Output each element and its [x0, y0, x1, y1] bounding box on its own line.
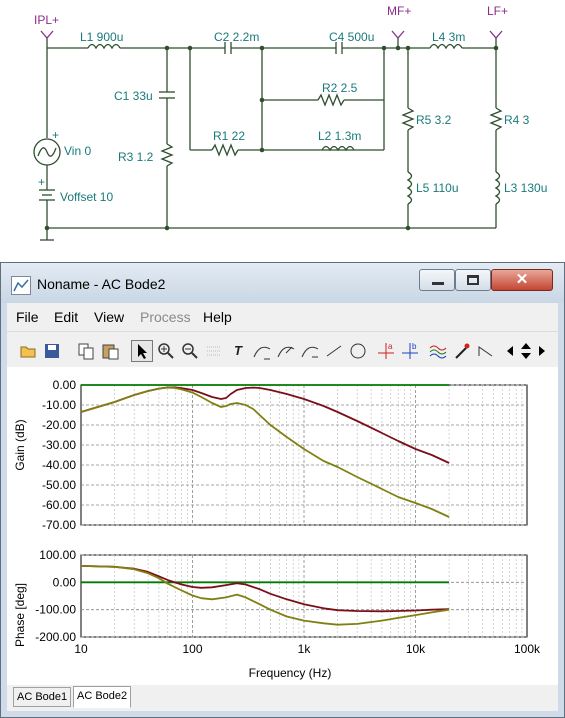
gain-y-tick-label: -50.00 [42, 478, 76, 492]
label-r2: R2 2.5 [322, 81, 358, 95]
line-icon[interactable] [323, 340, 345, 362]
close-icon: ✕ [515, 271, 529, 288]
x-tick-label: 1k [298, 642, 312, 656]
circle-icon[interactable] [347, 340, 369, 362]
label-r5: R5 3.2 [416, 113, 452, 127]
label-r3: R3 1.2 [118, 150, 154, 164]
node-label-lf: LF+ [487, 4, 508, 18]
label-c1: C1 33u [114, 89, 153, 103]
bode-chart[interactable]: 0.00 -10.00 -20.00 -30.00 -40.00 -50.00 -60.00… [7, 367, 558, 685]
gain-y-tick-label: -30.00 [42, 438, 76, 452]
curve-c-icon[interactable] [299, 340, 321, 362]
menu-view[interactable]: View [94, 309, 124, 325]
vin-polarity: + [52, 128, 59, 142]
gain-y-tick-label: -10.00 [42, 398, 76, 412]
x-tick-label: 100 [182, 642, 202, 656]
gain-y-tick-label: -70.00 [42, 518, 76, 532]
frequency-axis-label: Frequency (Hz) [249, 666, 332, 680]
bode-window: Noname - AC Bode2 ✕ File Edit View Proce… [0, 262, 565, 718]
arrow-updown-icon[interactable] [517, 340, 535, 362]
label-c4: C4 500u [329, 30, 374, 44]
phase-y-tick-label: -100.00 [35, 603, 76, 617]
step-icon[interactable] [475, 340, 497, 362]
plot-area[interactable]: 0.00 -10.00 -20.00 -30.00 -40.00 -50.00 -60.00… [7, 367, 558, 685]
gain-y-tick-label: 0.00 [53, 378, 77, 392]
circuit-schematic: IPL+ MF+ LF+ L1 900u C2 2.2m C4 500u L4 … [33, 4, 547, 241]
gain-y-tick-label: -60.00 [42, 498, 76, 512]
menu-process[interactable]: Process [140, 309, 191, 325]
label-l4: L4 3m [432, 30, 465, 44]
zoom-in-icon[interactable] [155, 340, 177, 362]
x-tick-label: 10 [74, 642, 88, 656]
copy-icon[interactable] [75, 340, 97, 362]
arrow-right-icon[interactable] [535, 340, 549, 362]
window-title: Noname - AC Bode2 [37, 276, 166, 292]
text-icon[interactable]: T [227, 340, 249, 362]
zoom-out-icon[interactable] [179, 340, 201, 362]
label-vin: Vin 0 [64, 144, 91, 158]
label-r4: R4 3 [504, 113, 530, 127]
phase-axis-label: Phase [deg] [13, 583, 27, 647]
maximize-button[interactable] [455, 269, 491, 291]
gain-axis-label: Gain (dB) [13, 419, 27, 470]
cursor-b-icon[interactable]: b [399, 340, 421, 362]
minimize-button[interactable] [419, 269, 455, 291]
minimize-icon [432, 282, 444, 285]
x-tick-label: 10k [406, 642, 426, 656]
gain-y-tick-label: -40.00 [42, 458, 76, 472]
probe-icon[interactable] [451, 340, 473, 362]
gain-plot[interactable]: 0.00 -10.00 -20.00 -30.00 -40.00 -50.00 -60.00… [42, 378, 528, 532]
grid-icon[interactable] [203, 340, 225, 362]
title-bar[interactable]: Noname - AC Bode2 ✕ [1, 263, 564, 303]
x-tick-label: 100k [514, 642, 541, 656]
menu-edit[interactable]: Edit [54, 309, 78, 325]
node-label-ipl: IPL+ [34, 13, 59, 27]
label-voffset: Voffset 10 [60, 190, 113, 204]
cursor-a-label: a [388, 342, 393, 351]
tab-bar: AC Bode1 AC Bode2 [7, 685, 558, 711]
node-label-mf: MF+ [387, 4, 411, 18]
tab-ac-bode1[interactable]: AC Bode1 [13, 687, 72, 707]
label-l5: L5 110u [416, 181, 459, 195]
menu-help[interactable]: Help [203, 309, 232, 325]
paste-icon[interactable] [99, 340, 121, 362]
open-folder-icon[interactable] [17, 340, 39, 362]
label-r1: R1 22 [213, 129, 245, 143]
save-icon[interactable] [41, 340, 63, 362]
tab-ac-bode2[interactable]: AC Bode2 [73, 686, 132, 708]
gain-y-tick-label: -20.00 [42, 418, 76, 432]
cursor-b-label: b [412, 342, 417, 351]
close-button[interactable]: ✕ [491, 269, 553, 291]
label-c2: C2 2.2m [214, 30, 259, 44]
menu-bar: File Edit View Process Help [7, 303, 558, 331]
phase-y-tick-label: -200.00 [35, 630, 76, 644]
label-l2: L2 1.3m [318, 129, 361, 143]
waves-icon[interactable] [427, 340, 449, 362]
phase-y-tick-label: 0.00 [53, 575, 77, 589]
label-l1: L1 900u [80, 30, 123, 44]
phase-plot[interactable]: 100.00 0.00 -100.00 -200.0010 100 1k 10k 100k [35, 548, 541, 656]
app-icon [11, 276, 31, 295]
voffset-polarity: + [38, 175, 45, 189]
curve-a-icon[interactable] [251, 340, 273, 362]
curve-b-icon[interactable] [275, 340, 297, 362]
menu-file[interactable]: File [16, 309, 39, 325]
cursor-a-icon[interactable]: a [375, 340, 397, 362]
phase-y-tick-label: 100.00 [39, 548, 76, 562]
toolbar: T a b [7, 331, 558, 368]
pointer-icon[interactable] [131, 340, 153, 362]
maximize-icon [467, 275, 479, 285]
arrow-left-icon[interactable] [503, 340, 517, 362]
label-l3: L3 130u [504, 181, 547, 195]
